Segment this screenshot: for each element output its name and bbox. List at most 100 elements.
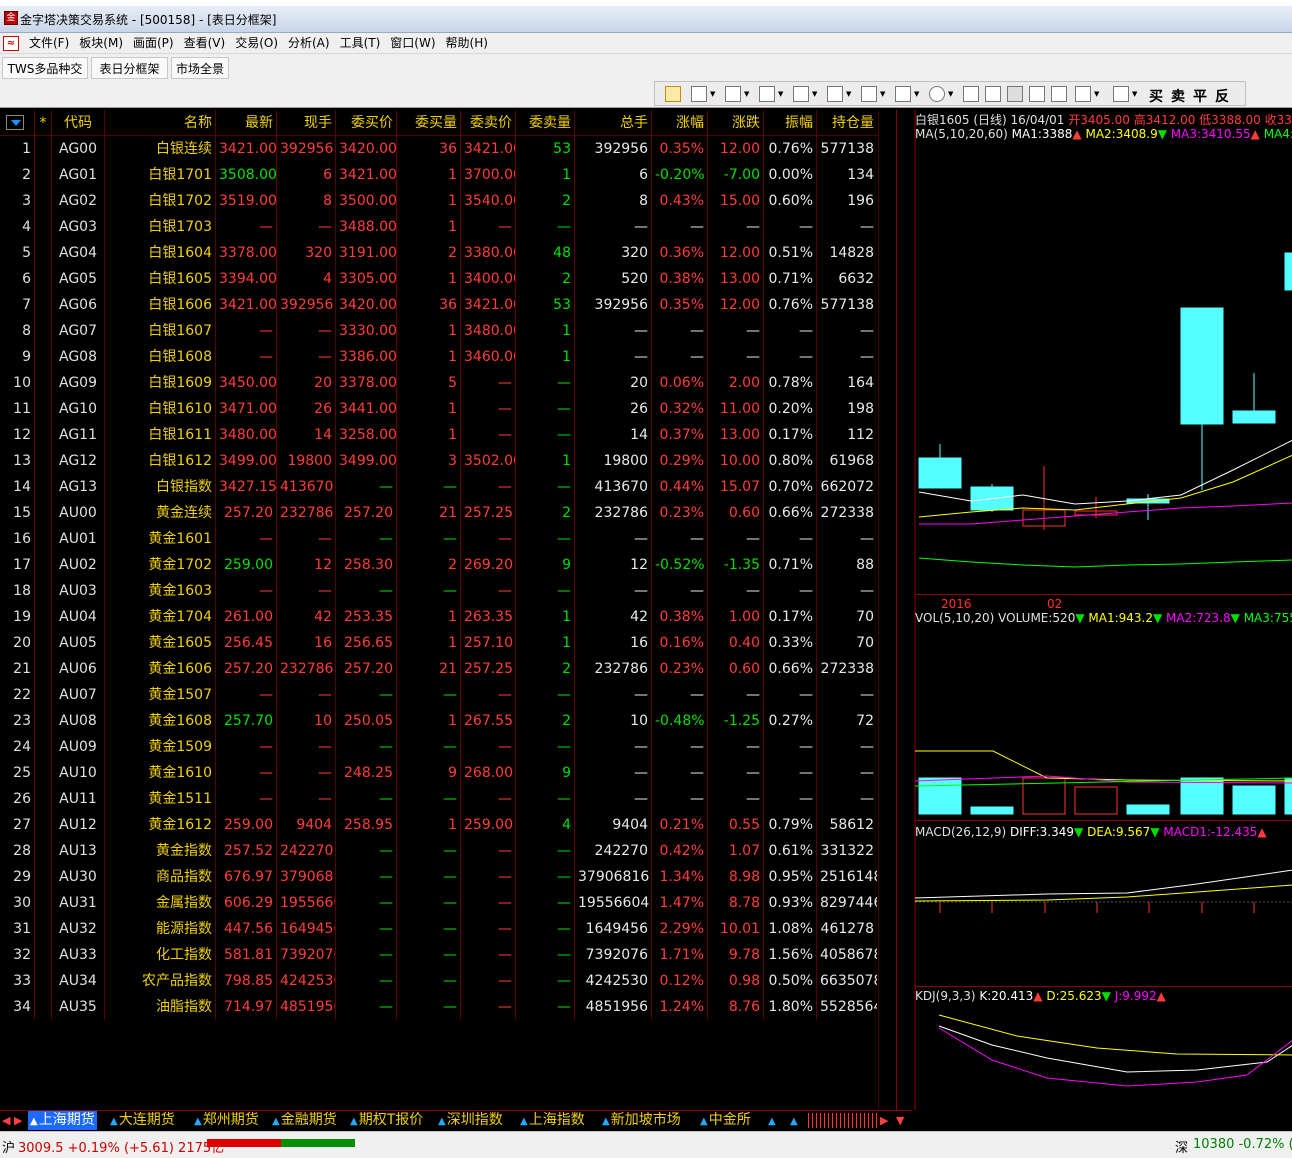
- column-header[interactable]: 总手: [575, 110, 651, 136]
- text-tool-icon[interactable]: [963, 86, 979, 102]
- table-row[interactable]: 29 AU30 商品指数 676.97 3790681 — — — — 37906816 1.34%…: [0, 864, 878, 890]
- table-row[interactable]: 34 AU35 油脂指数 714.97 4851956 — — — — 4851956 1.24% 8…: [0, 994, 878, 1020]
- market-tab[interactable]: ▲上海指数: [518, 1111, 587, 1130]
- column-header[interactable]: 代码: [52, 110, 104, 136]
- table-row[interactable]: 3 AG02 白银1702 3519.00 8 3500.00 1 3540.00 2 8 0.43…: [0, 188, 878, 214]
- table-row[interactable]: 9 AG08 白银1608 — — 3386.00 1 3460.00 1 — — — — —: [0, 344, 878, 370]
- chevron-down-icon[interactable]: ▼: [744, 90, 749, 98]
- column-menu-dropdown[interactable]: [6, 115, 24, 130]
- circle-tool-icon[interactable]: [929, 86, 945, 102]
- column-header[interactable]: 委买量: [397, 110, 460, 136]
- column-header[interactable]: 委卖量: [516, 110, 574, 136]
- list-tool-icon[interactable]: [725, 86, 741, 102]
- close-position-button[interactable]: 平: [1193, 86, 1207, 106]
- tab-market-overview[interactable]: 市场全景: [171, 57, 229, 79]
- sell-button[interactable]: 卖: [1171, 86, 1185, 106]
- table-row[interactable]: 18 AU03 黄金1603 — — — — — — — — — — —: [0, 578, 878, 604]
- menu-item-3[interactable]: 查看(V): [179, 35, 231, 52]
- table-row[interactable]: 32 AU33 化工指数 581.81 7392076 — — — — 7392076 1.71% 9…: [0, 942, 878, 968]
- column-header[interactable]: 涨幅: [652, 110, 707, 136]
- more-tab-icon[interactable]: ▲: [766, 1111, 779, 1130]
- market-tab[interactable]: ▲大连期货: [108, 1111, 177, 1130]
- market-tab[interactable]: ▲中金所: [698, 1111, 753, 1130]
- table-row[interactable]: 10 AG09 白银1609 3450.00 20 3378.00 5 — — 20 0.06% 2.…: [0, 370, 878, 396]
- scroll-right-icon[interactable]: ▶: [14, 1113, 26, 1128]
- table-row[interactable]: 22 AU07 黄金1507 — — — — — — — — — — —: [0, 682, 878, 708]
- table-row[interactable]: 2 AG01 白银1701 3508.00 6 3421.00 1 3700.00 1 6 -0.2…: [0, 162, 878, 188]
- menu-item-0[interactable]: 文件(F): [24, 35, 74, 52]
- select-tool-icon[interactable]: [665, 86, 681, 102]
- reverse-button[interactable]: 反: [1215, 86, 1229, 106]
- chevron-down-icon[interactable]: ▼: [914, 90, 919, 98]
- table-row[interactable]: 12 AG11 白银1611 3480.00 14 3258.00 1 — — 14 0.37% 13…: [0, 422, 878, 448]
- kline-chart-panel[interactable]: 白银1605 (日线) 16/04/01 开3405.00 高3412.00 低…: [896, 110, 1292, 1110]
- column-header[interactable]: 振幅: [764, 110, 816, 136]
- table-row[interactable]: 1AG00白银连续3421.003929563420.00363421.0053…: [0, 136, 878, 162]
- chevron-down-icon[interactable]: ▼: [1132, 90, 1137, 98]
- market-tab[interactable]: ▲金融期货: [270, 1111, 339, 1130]
- table-row[interactable]: 30 AU31 金属指数 606.29 1955660 — — — — 19556604 1.47%…: [0, 890, 878, 916]
- scroll-end-icon[interactable]: ▼: [896, 1113, 908, 1128]
- chevron-down-icon[interactable]: ▼: [812, 90, 817, 98]
- line-tool-icon[interactable]: [691, 86, 707, 102]
- menu-item-7[interactable]: 窗口(W): [385, 35, 440, 52]
- column-header[interactable]: 名称: [105, 110, 215, 136]
- scroll-left-icon[interactable]: ◀: [2, 1113, 14, 1128]
- table-row[interactable]: 7AG06白银16063421.003929563420.00363421.00…: [0, 292, 878, 318]
- buy-button[interactable]: 买: [1149, 86, 1163, 106]
- table-row[interactable]: 15 AU00 黄金连续 257.20 232786 257.20 21 257.25 2 232…: [0, 500, 878, 526]
- table-row[interactable]: 6 AG05 白银1605 3394.00 4 3305.00 1 3400.00 2 520 0.…: [0, 266, 878, 292]
- chevron-down-icon[interactable]: ▼: [778, 90, 783, 98]
- table-row[interactable]: 21 AU06 黄金1606 257.20 232786 257.20 21 257.25 2 2…: [0, 656, 878, 682]
- table-row[interactable]: 28 AU13 黄金指数 257.52 242270 — — — — 242270 0.42% 1.0…: [0, 838, 878, 864]
- horizontal-scrollbar[interactable]: [808, 1113, 880, 1128]
- table-row[interactable]: 4 AG03 白银1703 — — 3488.00 1 — — — — — — —: [0, 214, 878, 240]
- table-row[interactable]: 17 AU02 黄金1702 259.00 12 258.30 2 269.20 9 12 -0.5…: [0, 552, 878, 578]
- table-row[interactable]: 27 AU12 黄金1612 259.00 9404 258.95 1 259.00 4 9404…: [0, 812, 878, 838]
- menu-item-6[interactable]: 工具(T): [335, 35, 386, 52]
- table-row[interactable]: 14 AG13 白银指数 3427.15 413670— — — —413670 0.44% 15…: [0, 474, 878, 500]
- gann-tool-icon[interactable]: [861, 86, 877, 102]
- menu-item-8[interactable]: 帮助(H): [441, 35, 493, 52]
- delete-tool-icon[interactable]: [1007, 86, 1023, 102]
- table-row[interactable]: 13 AG12 白银1612 3499.00 19800 3499.00 3 3502.00 1…: [0, 448, 878, 474]
- chevron-down-icon[interactable]: ▼: [880, 90, 885, 98]
- column-header[interactable]: 委卖价: [461, 110, 515, 136]
- table-row[interactable]: 5 AG04 白银1604 3378.00 320 3191.00 2 3380.00 48 32…: [0, 240, 878, 266]
- chevron-down-icon[interactable]: ▼: [948, 90, 953, 98]
- chart-logo-icon[interactable]: ≈: [3, 36, 19, 51]
- table-row[interactable]: 19 AU04 黄金1704 261.00 42 253.35 1 263.35 1 42 0.38…: [0, 604, 878, 630]
- market-tab[interactable]: ▲新加坡市场: [600, 1111, 683, 1130]
- column-header[interactable]: *: [35, 110, 51, 136]
- table-row[interactable]: 33 AU34 农产品指数 798.85 4242530 — — — — 4242530 0.12%…: [0, 968, 878, 994]
- column-header[interactable]: 委买价: [336, 110, 396, 136]
- market-tab[interactable]: ▲深圳指数: [436, 1111, 505, 1130]
- image-tool-icon[interactable]: [1051, 86, 1067, 102]
- market-tab[interactable]: ▲期权T报价: [348, 1111, 425, 1130]
- settings-tool-icon[interactable]: [1113, 86, 1129, 102]
- chevron-down-icon[interactable]: ▼: [1094, 90, 1099, 98]
- table-row[interactable]: 31 AU32 能源指数 447.56 1649456 — — — — 1649456 2.29% 1…: [0, 916, 878, 942]
- column-header[interactable]: 持仓量: [817, 110, 877, 136]
- table-row[interactable]: 20 AU05 黄金1605 256.45 16 256.65 1 257.10 1 16 0.16…: [0, 630, 878, 656]
- eraser-tool-icon[interactable]: [1029, 86, 1045, 102]
- table-row[interactable]: 11 AG10 白银1610 3471.00 26 3441.00 1 — — 26 0.32% 11…: [0, 396, 878, 422]
- market-tab[interactable]: ▲郑州期货: [192, 1111, 261, 1130]
- vertical-scrollbar[interactable]: [878, 110, 895, 1110]
- table-row[interactable]: 8 AG07 白银1607 — — 3330.00 1 3480.00 1 — — — — —: [0, 318, 878, 344]
- chevron-down-icon[interactable]: ▼: [846, 90, 851, 98]
- column-header[interactable]: 最新: [216, 110, 276, 136]
- grid-tool-icon[interactable]: [1075, 86, 1091, 102]
- table-row[interactable]: 26 AU11 黄金1511 — — — — — — — — — — —: [0, 786, 878, 812]
- menu-item-1[interactable]: 板块(M): [74, 35, 128, 52]
- tab-table-frame[interactable]: 表日分框架: [91, 57, 168, 79]
- menu-item-2[interactable]: 画面(P): [128, 35, 179, 52]
- more-tab-icon[interactable]: ▲: [788, 1111, 801, 1130]
- column-header[interactable]: 现手: [277, 110, 335, 136]
- table-row[interactable]: 25 AU10 黄金1610 — — 248.25 9 268.00 9 — — — — —: [0, 760, 878, 786]
- column-header[interactable]: 涨跌: [708, 110, 763, 136]
- table-row[interactable]: 23 AU08 黄金1608 257.70 10 250.05 1 267.55 2 10 -0.4…: [0, 708, 878, 734]
- tab-tws[interactable]: TWS多品种交: [2, 57, 88, 79]
- table-row[interactable]: 24 AU09 黄金1509 — — — — — — — — — — —: [0, 734, 878, 760]
- bars-tool-icon[interactable]: [759, 86, 775, 102]
